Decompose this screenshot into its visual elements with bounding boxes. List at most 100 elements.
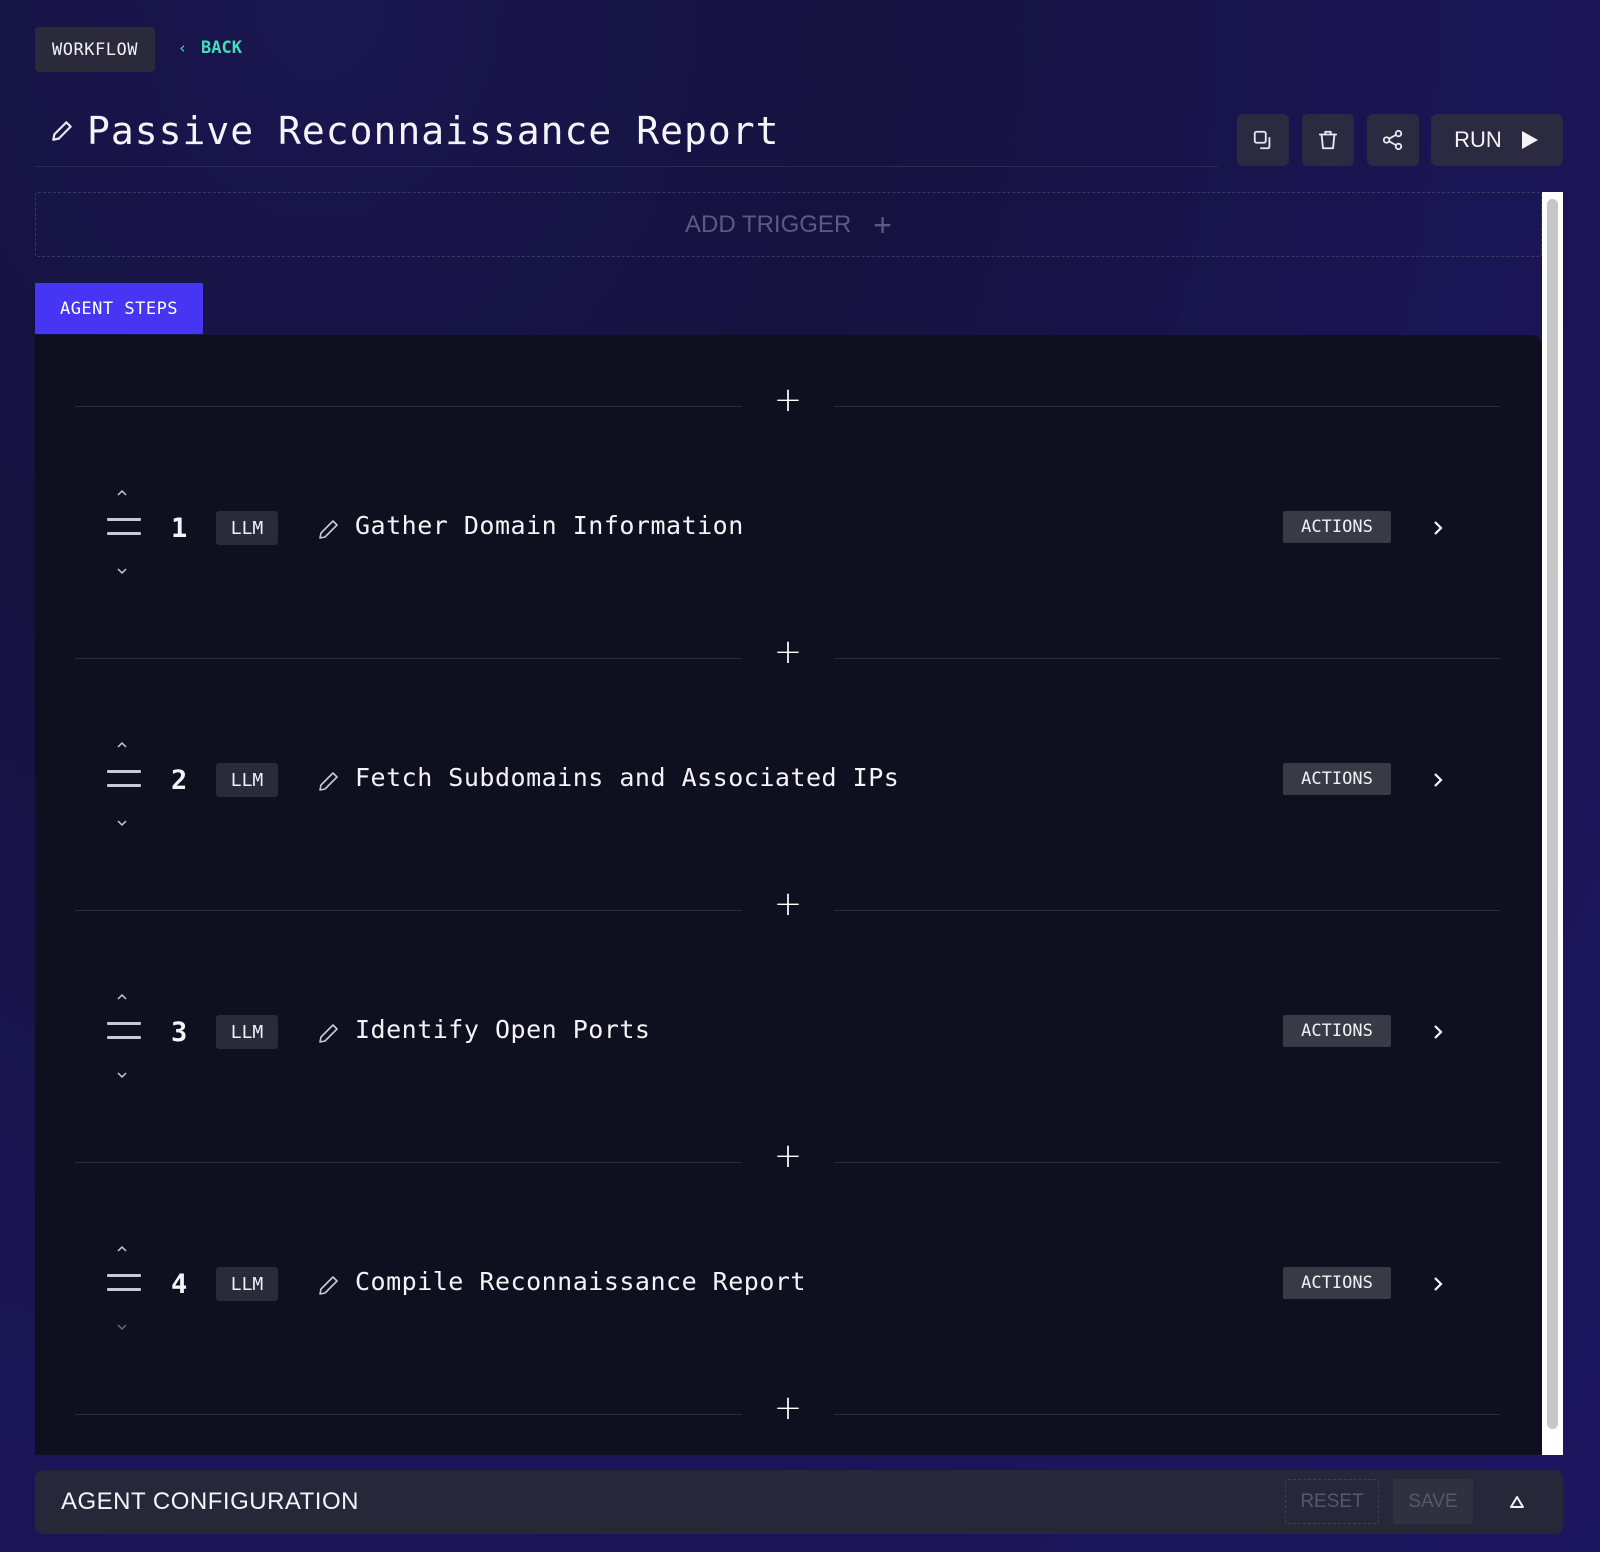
step-title[interactable]: Gather Domain Information bbox=[355, 511, 744, 540]
expand-step-button[interactable] bbox=[1425, 1271, 1451, 1297]
divider-line bbox=[75, 1162, 742, 1163]
chevron-right-icon bbox=[1434, 1277, 1443, 1291]
expand-step-button[interactable] bbox=[1425, 1019, 1451, 1045]
move-up-button[interactable] bbox=[110, 483, 134, 503]
chevron-up-icon bbox=[117, 741, 127, 748]
pencil-icon[interactable] bbox=[317, 517, 341, 541]
drag-handle[interactable] bbox=[107, 1274, 141, 1294]
share-icon bbox=[1382, 129, 1403, 151]
move-down-button[interactable] bbox=[110, 1317, 134, 1337]
scrollbar-thumb[interactable] bbox=[1547, 199, 1558, 1429]
step-title[interactable]: Identify Open Ports bbox=[355, 1015, 650, 1044]
step-title[interactable]: Compile Reconnaissance Report bbox=[355, 1267, 806, 1296]
actions-button[interactable]: ACTIONS bbox=[1283, 511, 1391, 543]
chevron-up-icon bbox=[117, 489, 127, 496]
actions-button[interactable]: ACTIONS bbox=[1283, 763, 1391, 795]
play-icon bbox=[1521, 131, 1538, 149]
divider-line bbox=[75, 406, 742, 407]
divider-line bbox=[834, 1414, 1500, 1415]
chevron-down-icon bbox=[117, 820, 127, 827]
chevron-left-icon: ‹ bbox=[178, 39, 188, 57]
expand-step-button[interactable] bbox=[1425, 515, 1451, 541]
copy-icon bbox=[1253, 130, 1271, 150]
move-up-button[interactable] bbox=[110, 735, 134, 755]
divider-line bbox=[75, 910, 742, 911]
delete-button[interactable] bbox=[1302, 114, 1354, 166]
duplicate-button[interactable] bbox=[1237, 114, 1289, 166]
add-step-divider: + bbox=[75, 884, 1500, 924]
step-title[interactable]: Fetch Subdomains and Associated IPs bbox=[355, 763, 899, 792]
divider-line bbox=[834, 406, 1500, 407]
agent-configuration-bar[interactable]: AGENT CONFIGURATION RESET SAVE bbox=[35, 1470, 1563, 1534]
chevron-down-icon bbox=[117, 568, 127, 575]
add-trigger-button[interactable]: ADD TRIGGER + bbox=[35, 192, 1542, 257]
workflow-chip: WORKFLOW bbox=[35, 27, 155, 72]
chevron-down-icon bbox=[117, 1324, 127, 1331]
step-number: 2 bbox=[171, 765, 188, 796]
add-step-divider: + bbox=[75, 632, 1500, 672]
move-up-button[interactable] bbox=[110, 987, 134, 1007]
actions-button[interactable]: ACTIONS bbox=[1283, 1267, 1391, 1299]
divider-line bbox=[834, 1162, 1500, 1163]
pencil-icon[interactable] bbox=[317, 1273, 341, 1297]
scrollbar[interactable] bbox=[1542, 192, 1563, 1455]
pencil-icon[interactable] bbox=[317, 769, 341, 793]
add-step-button[interactable]: + bbox=[762, 380, 814, 420]
move-up-button[interactable] bbox=[110, 1239, 134, 1259]
triangle-up-icon bbox=[1510, 1496, 1524, 1508]
drag-handle[interactable] bbox=[107, 518, 141, 538]
chevron-right-icon bbox=[1434, 773, 1443, 787]
run-label: RUN bbox=[1454, 127, 1502, 152]
add-step-button[interactable]: + bbox=[762, 632, 814, 672]
expand-step-button[interactable] bbox=[1425, 767, 1451, 793]
chevron-right-icon bbox=[1434, 1025, 1443, 1039]
run-button[interactable]: RUN bbox=[1431, 114, 1563, 166]
back-label: BACK bbox=[201, 38, 242, 58]
trash-icon bbox=[1318, 130, 1338, 150]
move-down-button[interactable] bbox=[110, 561, 134, 581]
chevron-right-icon bbox=[1434, 521, 1443, 535]
step-number: 4 bbox=[171, 1269, 188, 1300]
plus-icon: + bbox=[873, 206, 892, 243]
divider-line bbox=[834, 658, 1500, 659]
pencil-icon[interactable] bbox=[49, 118, 75, 144]
tab-agent-steps[interactable]: AGENT STEPS bbox=[35, 283, 203, 334]
add-step-divider: + bbox=[75, 1388, 1500, 1428]
add-step-divider: + bbox=[75, 380, 1500, 420]
share-button[interactable] bbox=[1367, 114, 1419, 166]
divider-line bbox=[75, 658, 742, 659]
step-row: 4 LLM Compile Reconnaissance Report ACTI… bbox=[35, 1239, 1542, 1339]
step-row: 1 LLM Gather Domain Information ACTIONS bbox=[35, 483, 1542, 583]
add-step-button[interactable]: + bbox=[762, 884, 814, 924]
divider-line bbox=[75, 1414, 742, 1415]
chevron-up-icon bbox=[117, 993, 127, 1000]
add-trigger-label: ADD TRIGGER bbox=[685, 210, 852, 238]
add-step-button[interactable]: + bbox=[762, 1388, 814, 1428]
page-title[interactable]: Passive Reconnaissance Report bbox=[87, 109, 779, 153]
save-button[interactable]: SAVE bbox=[1393, 1479, 1473, 1524]
divider-line bbox=[834, 910, 1500, 911]
add-step-button[interactable]: + bbox=[762, 1136, 814, 1176]
pencil-icon[interactable] bbox=[317, 1021, 341, 1045]
chevron-down-icon bbox=[117, 1072, 127, 1079]
step-number: 3 bbox=[171, 1017, 188, 1048]
reset-button[interactable]: RESET bbox=[1285, 1479, 1379, 1524]
step-type-badge: LLM bbox=[216, 763, 278, 797]
add-step-divider: + bbox=[75, 1136, 1500, 1176]
step-row: 2 LLM Fetch Subdomains and Associated IP… bbox=[35, 735, 1542, 835]
title-row: Passive Reconnaissance Report bbox=[35, 95, 1218, 167]
step-type-badge: LLM bbox=[216, 1015, 278, 1049]
expand-config-button[interactable] bbox=[1503, 1488, 1531, 1516]
toolbar bbox=[1237, 114, 1419, 166]
step-type-badge: LLM bbox=[216, 1267, 278, 1301]
steps-panel: + 1 LLM Gather Domain Information ACTION… bbox=[35, 335, 1542, 1455]
drag-handle[interactable] bbox=[107, 1022, 141, 1042]
back-link[interactable]: ‹ BACK bbox=[178, 34, 242, 62]
step-type-badge: LLM bbox=[216, 511, 278, 545]
move-down-button[interactable] bbox=[110, 813, 134, 833]
actions-button[interactable]: ACTIONS bbox=[1283, 1015, 1391, 1047]
move-down-button[interactable] bbox=[110, 1065, 134, 1085]
chevron-up-icon bbox=[117, 1245, 127, 1252]
drag-handle[interactable] bbox=[107, 770, 141, 790]
step-row: 3 LLM Identify Open Ports ACTIONS bbox=[35, 987, 1542, 1087]
